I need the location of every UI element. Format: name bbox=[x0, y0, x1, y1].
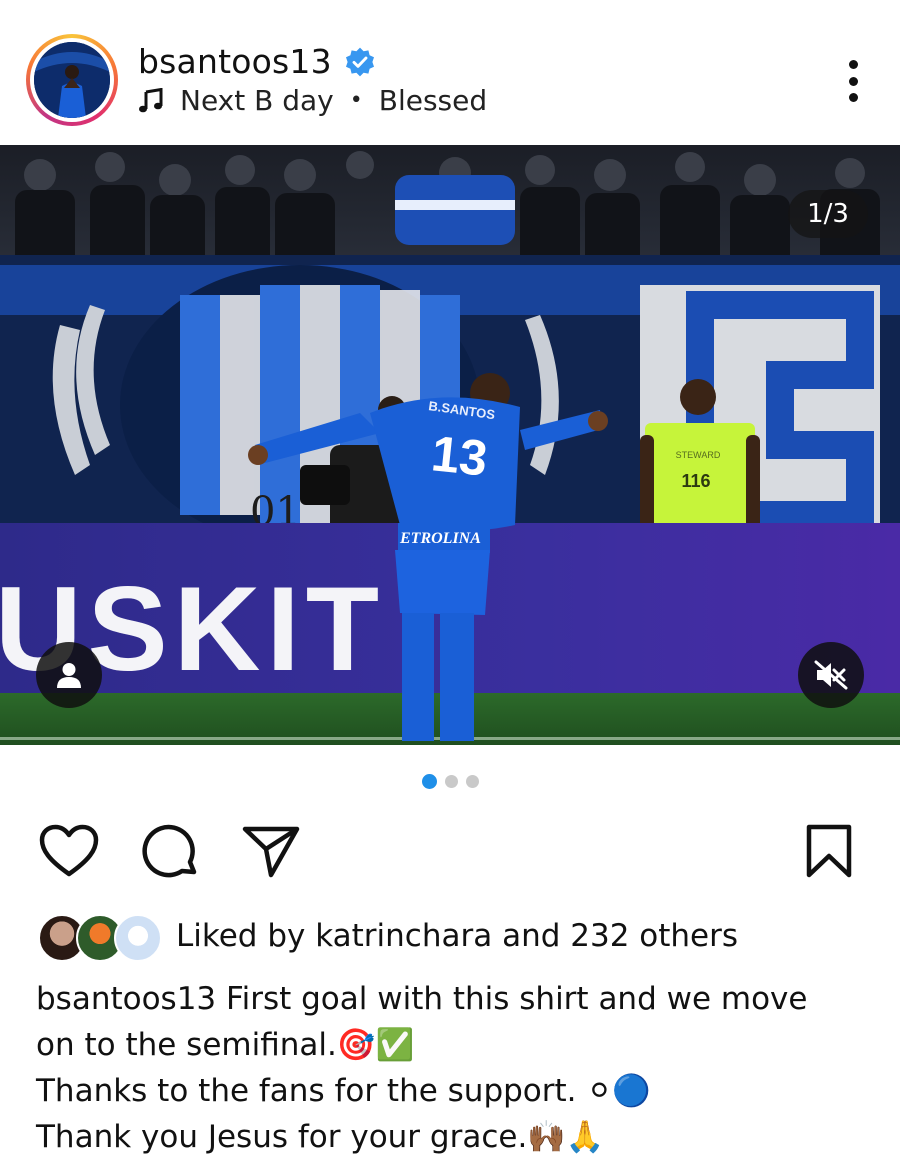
likes-prefix: Liked by bbox=[176, 918, 306, 954]
bookmark-icon bbox=[806, 824, 852, 878]
share-icon bbox=[242, 826, 300, 878]
save-button[interactable] bbox=[798, 820, 860, 882]
post-caption: bsantoos13 First goal with this shirt an… bbox=[36, 976, 876, 1160]
username[interactable]: bsantoos13 bbox=[138, 42, 332, 81]
post-image[interactable]: 01 STEWARD 116 USKIT B.SANTOS 13 ETROLIN… bbox=[0, 145, 900, 745]
comment-icon bbox=[142, 824, 197, 878]
action-bar bbox=[0, 820, 900, 882]
likes-count-link[interactable]: and 232 others bbox=[502, 918, 738, 954]
stadium-photo: 01 STEWARD 116 USKIT B.SANTOS 13 ETROLIN… bbox=[0, 145, 900, 745]
post-header: bsantoos13 Next B day • Blessed bbox=[0, 0, 900, 145]
carousel-dot[interactable] bbox=[444, 775, 458, 788]
liker-avatar[interactable] bbox=[114, 914, 162, 962]
slide-counter: 1/3 bbox=[788, 190, 868, 238]
caption-line: Thank you Jesus for your grace.🙌🏾🙏 bbox=[36, 1119, 605, 1155]
sponsor-text: ETROLINA bbox=[399, 530, 481, 547]
steward-label: STEWARD bbox=[676, 450, 721, 460]
likes-summary[interactable]: Liked by katrinchara and 232 others bbox=[38, 912, 738, 962]
liked-by-user-link[interactable]: katrinchara bbox=[315, 918, 492, 954]
carousel-dot[interactable] bbox=[465, 775, 479, 788]
mute-toggle-button[interactable] bbox=[798, 642, 864, 708]
carousel-indicator bbox=[0, 774, 900, 789]
carousel-dot-active[interactable] bbox=[421, 774, 437, 789]
music-note-icon bbox=[139, 87, 163, 112]
caption-line: on to the semifinal.🎯✅ bbox=[36, 1027, 415, 1063]
profile-avatar[interactable] bbox=[34, 42, 110, 118]
player-number: 13 bbox=[429, 425, 490, 487]
separator-dot: • bbox=[349, 88, 363, 113]
location-link[interactable]: Blessed bbox=[379, 84, 487, 117]
audio-track-link[interactable]: Next B day bbox=[180, 84, 334, 117]
heart-icon bbox=[39, 824, 99, 877]
tagged-people-button[interactable] bbox=[36, 642, 102, 708]
steward-number: 116 bbox=[681, 471, 710, 491]
caption-line: First goal with this shirt and we move bbox=[226, 981, 808, 1017]
verified-badge-icon bbox=[345, 47, 374, 76]
person-icon bbox=[57, 663, 81, 688]
comment-button[interactable] bbox=[140, 820, 202, 882]
liker-avatars bbox=[38, 912, 162, 962]
speaker-muted-icon bbox=[814, 660, 848, 690]
caption-line: Thanks to the fans for the support. ⚪🔵 bbox=[36, 1073, 651, 1109]
like-button[interactable] bbox=[38, 820, 100, 882]
share-button[interactable] bbox=[240, 820, 302, 882]
more-options-icon[interactable] bbox=[846, 60, 860, 102]
caption-username[interactable]: bsantoos13 bbox=[36, 981, 216, 1017]
story-ring[interactable] bbox=[26, 34, 118, 126]
